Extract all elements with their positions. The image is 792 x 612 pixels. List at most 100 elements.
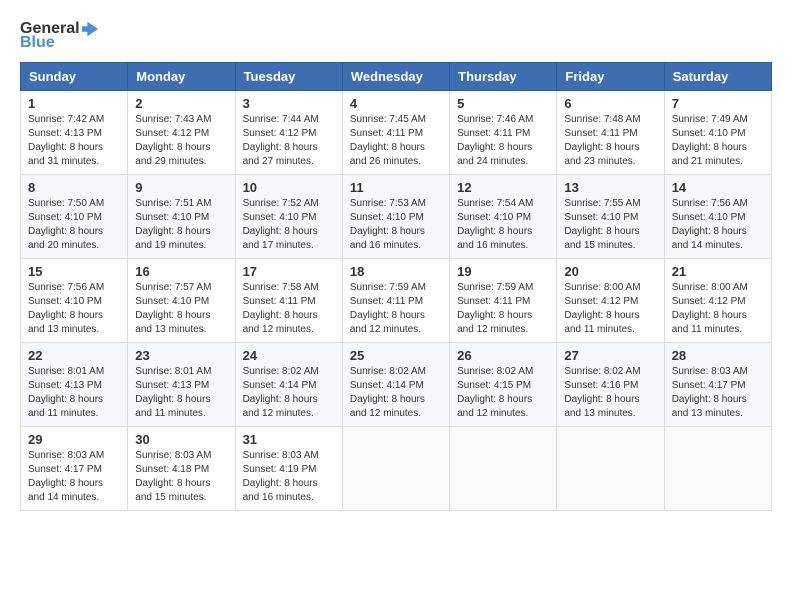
day-number: 23 — [135, 348, 227, 363]
day-header-thursday: Thursday — [450, 63, 557, 91]
day-number: 1 — [28, 96, 120, 111]
calendar-cell: 6 Sunrise: 7:48 AM Sunset: 4:11 PM Dayli… — [557, 91, 664, 175]
calendar-cell: 25 Sunrise: 8:02 AM Sunset: 4:14 PM Dayl… — [342, 343, 449, 427]
day-number: 13 — [564, 180, 656, 195]
day-number: 28 — [672, 348, 764, 363]
day-header-tuesday: Tuesday — [235, 63, 342, 91]
day-header-wednesday: Wednesday — [342, 63, 449, 91]
calendar-cell: 5 Sunrise: 7:46 AM Sunset: 4:11 PM Dayli… — [450, 91, 557, 175]
day-info: Sunrise: 7:42 AM Sunset: 4:13 PM Dayligh… — [28, 113, 120, 169]
day-number: 20 — [564, 264, 656, 279]
day-info: Sunrise: 8:02 AM Sunset: 4:15 PM Dayligh… — [457, 365, 549, 421]
day-number: 29 — [28, 432, 120, 447]
calendar-cell: 7 Sunrise: 7:49 AM Sunset: 4:10 PM Dayli… — [664, 91, 771, 175]
day-info: Sunrise: 7:48 AM Sunset: 4:11 PM Dayligh… — [564, 113, 656, 169]
calendar-cell: 17 Sunrise: 7:58 AM Sunset: 4:11 PM Dayl… — [235, 259, 342, 343]
day-info: Sunrise: 7:59 AM Sunset: 4:11 PM Dayligh… — [457, 281, 549, 337]
day-info: Sunrise: 8:02 AM Sunset: 4:14 PM Dayligh… — [243, 365, 335, 421]
day-number: 11 — [350, 180, 442, 195]
day-number: 6 — [564, 96, 656, 111]
day-number: 10 — [243, 180, 335, 195]
day-number: 14 — [672, 180, 764, 195]
day-number: 19 — [457, 264, 549, 279]
calendar-cell — [342, 427, 449, 511]
calendar-cell: 11 Sunrise: 7:53 AM Sunset: 4:10 PM Dayl… — [342, 175, 449, 259]
calendar-cell: 18 Sunrise: 7:59 AM Sunset: 4:11 PM Dayl… — [342, 259, 449, 343]
calendar-table: SundayMondayTuesdayWednesdayThursdayFrid… — [20, 62, 772, 511]
day-header-monday: Monday — [128, 63, 235, 91]
logo: General Blue — [20, 20, 100, 52]
day-number: 7 — [672, 96, 764, 111]
day-info: Sunrise: 7:56 AM Sunset: 4:10 PM Dayligh… — [672, 197, 764, 253]
day-info: Sunrise: 7:57 AM Sunset: 4:10 PM Dayligh… — [135, 281, 227, 337]
calendar-cell: 13 Sunrise: 7:55 AM Sunset: 4:10 PM Dayl… — [557, 175, 664, 259]
calendar-cell: 14 Sunrise: 7:56 AM Sunset: 4:10 PM Dayl… — [664, 175, 771, 259]
day-info: Sunrise: 7:44 AM Sunset: 4:12 PM Dayligh… — [243, 113, 335, 169]
calendar-cell: 27 Sunrise: 8:02 AM Sunset: 4:16 PM Dayl… — [557, 343, 664, 427]
day-number: 9 — [135, 180, 227, 195]
day-number: 21 — [672, 264, 764, 279]
day-number: 8 — [28, 180, 120, 195]
calendar-cell: 2 Sunrise: 7:43 AM Sunset: 4:12 PM Dayli… — [128, 91, 235, 175]
day-info: Sunrise: 8:03 AM Sunset: 4:18 PM Dayligh… — [135, 449, 227, 505]
calendar-cell: 8 Sunrise: 7:50 AM Sunset: 4:10 PM Dayli… — [21, 175, 128, 259]
day-number: 31 — [243, 432, 335, 447]
calendar-cell: 24 Sunrise: 8:02 AM Sunset: 4:14 PM Dayl… — [235, 343, 342, 427]
day-info: Sunrise: 7:51 AM Sunset: 4:10 PM Dayligh… — [135, 197, 227, 253]
day-number: 12 — [457, 180, 549, 195]
day-number: 15 — [28, 264, 120, 279]
calendar-cell: 15 Sunrise: 7:56 AM Sunset: 4:10 PM Dayl… — [21, 259, 128, 343]
calendar-cell: 10 Sunrise: 7:52 AM Sunset: 4:10 PM Dayl… — [235, 175, 342, 259]
day-info: Sunrise: 7:53 AM Sunset: 4:10 PM Dayligh… — [350, 197, 442, 253]
calendar-cell: 26 Sunrise: 8:02 AM Sunset: 4:15 PM Dayl… — [450, 343, 557, 427]
day-number: 26 — [457, 348, 549, 363]
day-number: 24 — [243, 348, 335, 363]
day-info: Sunrise: 8:02 AM Sunset: 4:16 PM Dayligh… — [564, 365, 656, 421]
day-info: Sunrise: 7:45 AM Sunset: 4:11 PM Dayligh… — [350, 113, 442, 169]
calendar-cell: 4 Sunrise: 7:45 AM Sunset: 4:11 PM Dayli… — [342, 91, 449, 175]
day-info: Sunrise: 7:46 AM Sunset: 4:11 PM Dayligh… — [457, 113, 549, 169]
day-number: 5 — [457, 96, 549, 111]
day-info: Sunrise: 7:56 AM Sunset: 4:10 PM Dayligh… — [28, 281, 120, 337]
day-info: Sunrise: 8:01 AM Sunset: 4:13 PM Dayligh… — [135, 365, 227, 421]
day-header-saturday: Saturday — [664, 63, 771, 91]
day-header-sunday: Sunday — [21, 63, 128, 91]
calendar-week-row: 15 Sunrise: 7:56 AM Sunset: 4:10 PM Dayl… — [21, 259, 772, 343]
day-number: 25 — [350, 348, 442, 363]
day-info: Sunrise: 8:03 AM Sunset: 4:19 PM Dayligh… — [243, 449, 335, 505]
calendar-cell: 22 Sunrise: 8:01 AM Sunset: 4:13 PM Dayl… — [21, 343, 128, 427]
calendar-week-row: 8 Sunrise: 7:50 AM Sunset: 4:10 PM Dayli… — [21, 175, 772, 259]
day-info: Sunrise: 7:43 AM Sunset: 4:12 PM Dayligh… — [135, 113, 227, 169]
day-info: Sunrise: 7:58 AM Sunset: 4:11 PM Dayligh… — [243, 281, 335, 337]
calendar-cell: 16 Sunrise: 7:57 AM Sunset: 4:10 PM Dayl… — [128, 259, 235, 343]
calendar-cell: 9 Sunrise: 7:51 AM Sunset: 4:10 PM Dayli… — [128, 175, 235, 259]
calendar-cell: 28 Sunrise: 8:03 AM Sunset: 4:17 PM Dayl… — [664, 343, 771, 427]
calendar-cell — [664, 427, 771, 511]
day-info: Sunrise: 8:02 AM Sunset: 4:14 PM Dayligh… — [350, 365, 442, 421]
calendar-cell: 23 Sunrise: 8:01 AM Sunset: 4:13 PM Dayl… — [128, 343, 235, 427]
calendar-cell: 30 Sunrise: 8:03 AM Sunset: 4:18 PM Dayl… — [128, 427, 235, 511]
calendar-cell: 1 Sunrise: 7:42 AM Sunset: 4:13 PM Dayli… — [21, 91, 128, 175]
calendar-cell — [557, 427, 664, 511]
logo-container: General Blue — [20, 20, 100, 52]
day-info: Sunrise: 7:52 AM Sunset: 4:10 PM Dayligh… — [243, 197, 335, 253]
calendar-cell: 12 Sunrise: 7:54 AM Sunset: 4:10 PM Dayl… — [450, 175, 557, 259]
calendar-cell: 3 Sunrise: 7:44 AM Sunset: 4:12 PM Dayli… — [235, 91, 342, 175]
calendar-cell: 20 Sunrise: 8:00 AM Sunset: 4:12 PM Dayl… — [557, 259, 664, 343]
day-info: Sunrise: 7:50 AM Sunset: 4:10 PM Dayligh… — [28, 197, 120, 253]
calendar-week-row: 29 Sunrise: 8:03 AM Sunset: 4:17 PM Dayl… — [21, 427, 772, 511]
calendar-cell: 19 Sunrise: 7:59 AM Sunset: 4:11 PM Dayl… — [450, 259, 557, 343]
day-info: Sunrise: 8:00 AM Sunset: 4:12 PM Dayligh… — [672, 281, 764, 337]
day-number: 27 — [564, 348, 656, 363]
day-number: 4 — [350, 96, 442, 111]
day-number: 30 — [135, 432, 227, 447]
calendar-cell — [450, 427, 557, 511]
day-number: 22 — [28, 348, 120, 363]
day-info: Sunrise: 7:59 AM Sunset: 4:11 PM Dayligh… — [350, 281, 442, 337]
day-number: 17 — [243, 264, 335, 279]
day-header-friday: Friday — [557, 63, 664, 91]
day-info: Sunrise: 8:03 AM Sunset: 4:17 PM Dayligh… — [28, 449, 120, 505]
calendar-week-row: 22 Sunrise: 8:01 AM Sunset: 4:13 PM Dayl… — [21, 343, 772, 427]
day-number: 18 — [350, 264, 442, 279]
day-info: Sunrise: 7:54 AM Sunset: 4:10 PM Dayligh… — [457, 197, 549, 253]
